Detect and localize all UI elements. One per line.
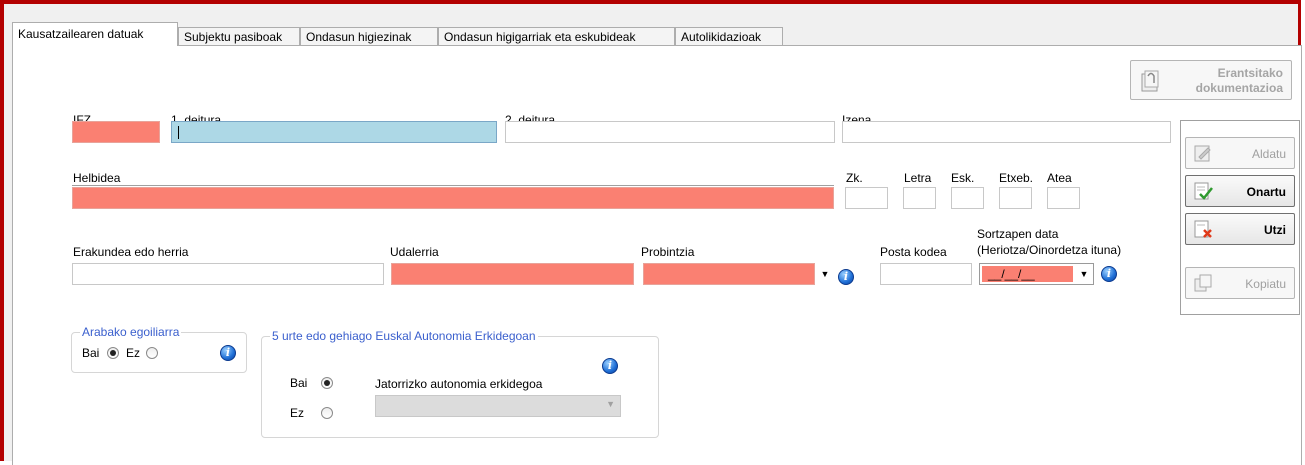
modify-button[interactable]: Aldatu — [1185, 137, 1295, 169]
text-caret — [178, 126, 179, 139]
door-label: Atea — [1047, 171, 1072, 185]
copy-button[interactable]: Kopiatu — [1185, 267, 1295, 299]
araba-info-icon[interactable]: i — [220, 345, 236, 361]
date-label-line2: (Heriotza/Oinordetza ituna) — [977, 243, 1122, 257]
exit-button[interactable]: Utzi — [1185, 213, 1295, 245]
entity-label: Erakundea edo herria — [73, 245, 189, 259]
province-info-icon[interactable]: i — [838, 269, 854, 285]
tab-kausatzailearen-datuak[interactable]: Kausatzailearen datuak — [12, 22, 178, 46]
door-input[interactable] — [1047, 187, 1080, 209]
araba-yes-radio[interactable] — [107, 347, 119, 359]
floor-input[interactable] — [999, 187, 1032, 209]
date-info-icon[interactable]: i — [1101, 266, 1117, 282]
origin-community-select[interactable]: ▼ — [375, 395, 621, 417]
basque-no-radio[interactable] — [321, 407, 333, 419]
basque-residence-group: 5 urte edo gehiago Euskal Autonomia Erki… — [261, 329, 659, 438]
stair-input[interactable] — [951, 187, 984, 209]
name-input[interactable] — [842, 121, 1171, 143]
ifz-input[interactable] — [72, 121, 160, 143]
address-input[interactable] — [72, 187, 834, 209]
attached-documentation-label-1: Erantsitako — [1217, 66, 1283, 80]
exit-label: Utzi — [1264, 223, 1286, 237]
document-clip-icon — [1141, 70, 1159, 92]
second-surname-input[interactable] — [505, 121, 835, 143]
municipality-label: Udalerria — [390, 245, 439, 259]
date-picker[interactable]: __/__/__ ▼ — [979, 263, 1094, 285]
postcode-label: Posta kodea — [880, 245, 947, 259]
araba-resident-title: Arabako egoiliarra — [80, 325, 182, 339]
number-label: Zk. — [846, 171, 863, 185]
tab-ondasun-higiezinak[interactable]: Ondasun higiezinak — [300, 27, 438, 45]
window-frame: Kausatzailearen datuak Subjektu pasiboak… — [0, 0, 1302, 465]
floor-label: Etxeb. — [999, 171, 1034, 185]
address-divider — [72, 185, 834, 186]
province-dropdown-arrow[interactable]: ▼ — [818, 264, 832, 284]
araba-resident-group: Arabako egoiliarra Bai Ez i — [71, 325, 247, 373]
araba-no-label: Ez — [126, 346, 141, 360]
basque-residence-info-icon[interactable]: i — [602, 358, 618, 374]
number-input[interactable] — [845, 187, 888, 209]
date-dropdown-arrow[interactable]: ▼ — [1077, 264, 1091, 284]
entity-input[interactable] — [72, 263, 384, 285]
basque-yes-radio[interactable] — [321, 377, 333, 389]
basque-no-label: Ez — [290, 406, 305, 420]
date-input[interactable]: __/__/__ — [982, 266, 1073, 282]
date-label-line1: Sortzapen data — [977, 227, 1059, 241]
tab-ondasun-higigarriak[interactable]: Ondasun higigarriak eta eskubideak — [438, 27, 675, 45]
address-label: Helbidea — [73, 171, 121, 185]
cancel-document-icon — [1194, 220, 1212, 238]
province-label: Probintzia — [641, 245, 695, 259]
basque-residence-title: 5 urte edo gehiago Euskal Autonomia Erki… — [270, 329, 538, 343]
edit-icon — [1194, 145, 1211, 162]
attached-documentation-label-2: dokumentazioa — [1195, 81, 1283, 95]
letter-label: Letra — [904, 171, 932, 185]
checkmark-document-icon — [1194, 182, 1213, 200]
copy-icon — [1194, 274, 1212, 292]
municipality-input[interactable] — [391, 263, 634, 285]
accept-button[interactable]: Onartu — [1185, 175, 1295, 207]
copy-label: Kopiatu — [1245, 277, 1286, 291]
origin-community-label: Jatorrizko autonomia erkidegoa — [375, 377, 543, 391]
first-surname-input[interactable] — [171, 121, 497, 143]
tab-subjektu-pasiboak[interactable]: Subjektu pasiboak — [178, 27, 300, 45]
accept-label: Onartu — [1246, 185, 1286, 199]
attached-documentation-button[interactable]: Erantsitako dokumentazioa — [1130, 60, 1292, 100]
action-button-group: Aldatu Onartu Utzi Kopiatu — [1180, 120, 1300, 315]
province-select[interactable] — [643, 263, 815, 285]
modify-label: Aldatu — [1251, 147, 1286, 161]
araba-no-radio[interactable] — [146, 347, 158, 359]
origin-dropdown-arrow[interactable]: ▼ — [606, 399, 615, 409]
letter-input[interactable] — [903, 187, 936, 209]
araba-yes-label: Bai — [82, 346, 100, 360]
basque-yes-label: Bai — [290, 376, 308, 390]
tab-panel: Erantsitako dokumentazioa IFZ 1. deitura… — [12, 45, 1302, 465]
postcode-input[interactable] — [880, 263, 972, 285]
tab-autolikidazioak[interactable]: Autolikidazioak — [675, 27, 783, 45]
stair-label: Esk. — [951, 171, 975, 185]
